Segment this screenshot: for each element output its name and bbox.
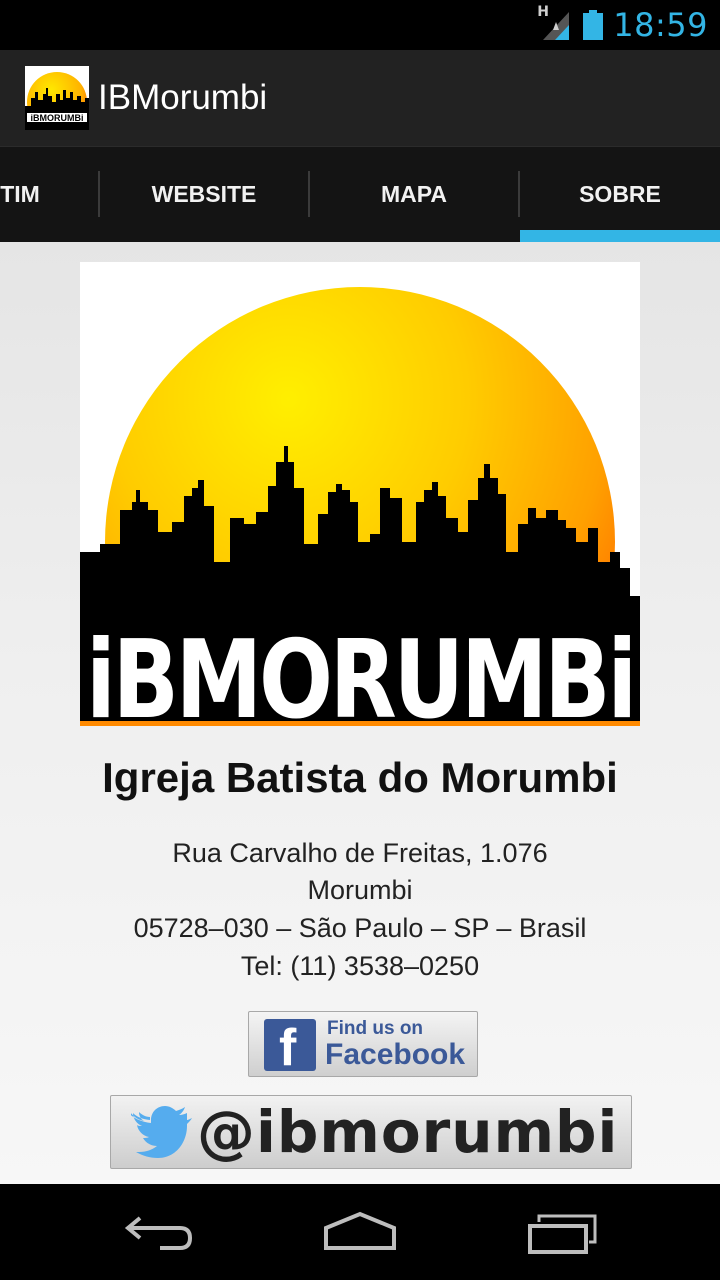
battery-icon — [583, 10, 604, 40]
app-title: IBMorumbi — [98, 78, 268, 117]
facebook-line1: Find us on — [327, 1018, 424, 1039]
address-city: 05728–030 – São Paulo – SP – Brasil — [133, 913, 587, 943]
twitter-button[interactable]: @ibmorumbi — [110, 1095, 632, 1169]
address-phone[interactable]: Tel: (11) 3538–0250 — [0, 951, 720, 982]
about-content: iBMORUMBi Igreja Batista do Morumbi Rua … — [0, 242, 720, 1184]
tab-mapa[interactable]: MAPA — [310, 147, 518, 242]
recent-apps-icon[interactable] — [525, 1208, 605, 1256]
navigation-bar — [0, 1184, 720, 1280]
twitter-handle: @ibmorumbi — [197, 1098, 619, 1166]
address-district: Morumbi — [307, 875, 413, 905]
church-logo: iBMORUMBi — [80, 262, 640, 797]
church-name: Igreja Batista do Morumbi — [102, 754, 618, 801]
back-icon[interactable] — [120, 1208, 200, 1256]
signal-icon: H — [537, 4, 573, 42]
facebook-button[interactable]: f Find us on Facebook — [248, 1011, 478, 1077]
address-street: Rua Carvalho de Freitas, 1.076 — [172, 838, 548, 868]
network-type: H — [537, 4, 549, 20]
ibmorumbi-logo-icon[interactable]: iBMORUMBi — [25, 66, 89, 132]
logo-wordmark: iBMORUMBi — [86, 618, 634, 726]
status-bar: H 18:59 — [0, 0, 720, 50]
tab-sobre[interactable]: SOBRE — [520, 147, 720, 242]
tab-tim[interactable]: TIM — [0, 147, 100, 242]
tab-label: WEBSITE — [151, 181, 257, 207]
svg-text:iBMORUMBi: iBMORUMBi — [31, 113, 84, 123]
selected-tab-indicator — [520, 230, 720, 242]
home-icon[interactable] — [320, 1208, 400, 1256]
status-time: 18:59 — [613, 6, 708, 44]
tab-label: MAPA — [380, 181, 447, 207]
tab-website[interactable]: WEBSITE — [100, 147, 308, 242]
twitter-bird-icon — [126, 1104, 193, 1160]
tab-label: SOBRE — [579, 181, 661, 207]
facebook-line2: Facebook — [325, 1038, 466, 1071]
status-icons: H 18:59 — [537, 0, 708, 50]
action-bar: iBMORUMBi IBMorumbi — [0, 50, 720, 147]
facebook-icon: f — [264, 1019, 316, 1074]
tab-bar: TIM WEBSITE MAPA SOBRE — [0, 147, 720, 242]
tab-label: TIM — [0, 181, 40, 207]
